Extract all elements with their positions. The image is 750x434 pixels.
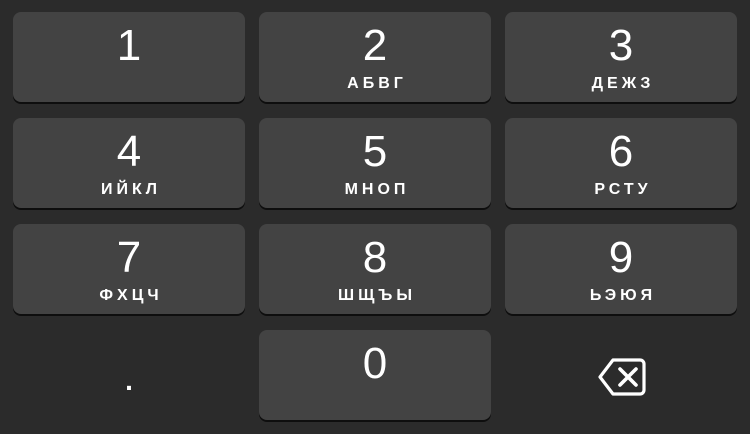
key-digit: 7 xyxy=(116,233,142,282)
key-6[interactable]: 6 РСТУ xyxy=(505,118,737,208)
key-digit: 1 xyxy=(116,21,142,70)
key-letters: ЬЭЮЯ xyxy=(589,287,657,304)
key-digit: 9 xyxy=(608,233,634,282)
numeric-keypad: 1 2 АБВГ 3 ДЕЖЗ 4 ИЙКЛ 5 МНОП 6 РСТУ 7 Ф… xyxy=(0,0,750,434)
key-letters: АБВГ xyxy=(347,75,407,92)
key-digit: 6 xyxy=(608,127,634,176)
decimal-key[interactable]: . xyxy=(13,330,245,420)
key-letters: ФХЦЧ xyxy=(99,287,163,304)
key-3[interactable]: 3 ДЕЖЗ xyxy=(505,12,737,102)
key-digit: 0 xyxy=(362,339,388,388)
key-9[interactable]: 9 ЬЭЮЯ xyxy=(505,224,737,314)
key-letters: ИЙКЛ xyxy=(101,181,161,198)
key-0[interactable]: 0 xyxy=(259,330,491,420)
key-letters: РСТУ xyxy=(594,181,652,198)
key-2[interactable]: 2 АБВГ xyxy=(259,12,491,102)
backspace-icon xyxy=(598,358,646,396)
key-letters: ШЩЪЫ xyxy=(338,287,416,304)
key-digit: 2 xyxy=(362,21,388,70)
decimal-symbol: . xyxy=(125,365,133,396)
key-digit: 4 xyxy=(116,127,142,176)
key-digit: 5 xyxy=(362,127,388,176)
key-5[interactable]: 5 МНОП xyxy=(259,118,491,208)
key-letters: ДЕЖЗ xyxy=(591,75,655,92)
key-digit: 8 xyxy=(362,233,388,282)
key-7[interactable]: 7 ФХЦЧ xyxy=(13,224,245,314)
delete-key[interactable] xyxy=(505,330,737,420)
key-8[interactable]: 8 ШЩЪЫ xyxy=(259,224,491,314)
key-4[interactable]: 4 ИЙКЛ xyxy=(13,118,245,208)
key-letters: МНОП xyxy=(344,181,410,198)
key-digit: 3 xyxy=(608,21,634,70)
key-1[interactable]: 1 xyxy=(13,12,245,102)
